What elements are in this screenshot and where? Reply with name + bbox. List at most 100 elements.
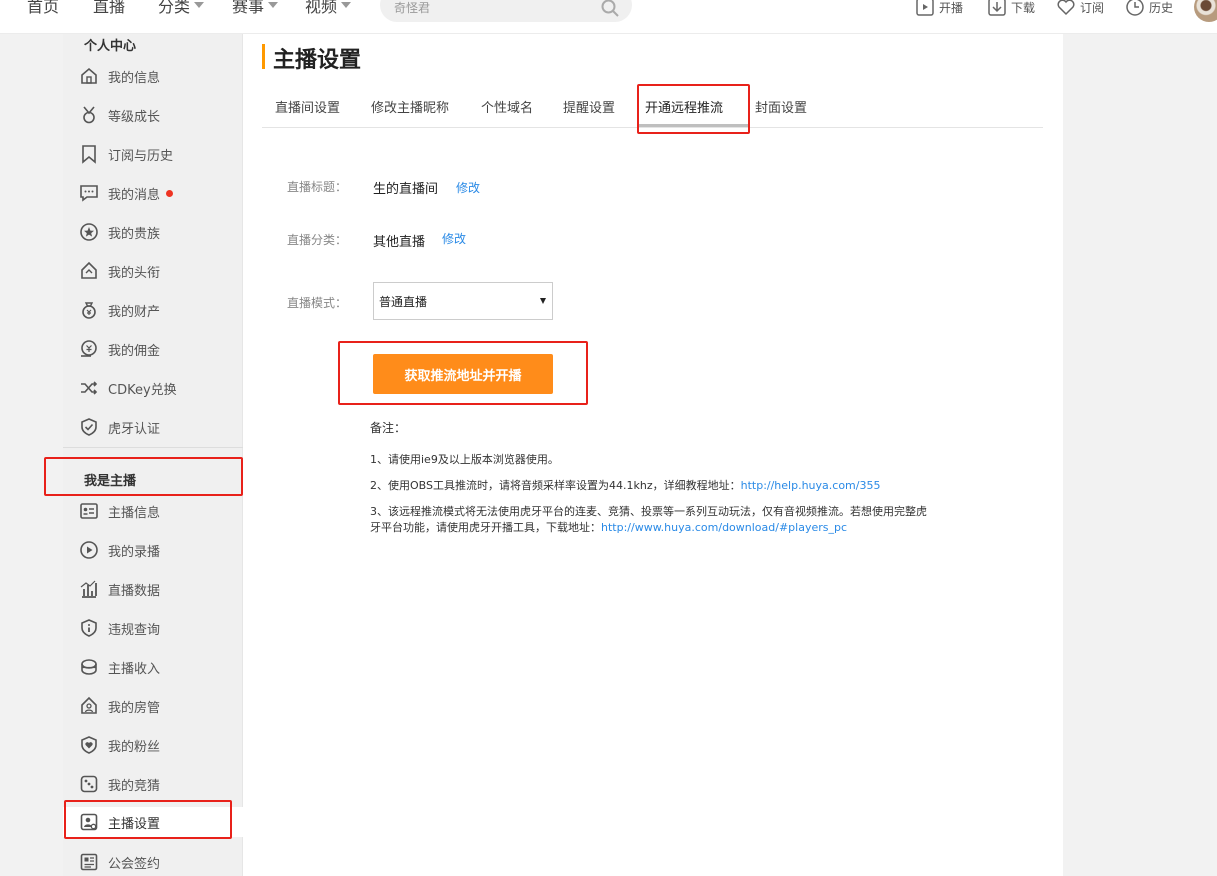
live-category-label: 直播分类： (287, 233, 348, 247)
chevron-down-icon (268, 2, 279, 8)
tab-cover-settings[interactable]: 封面设置 (755, 97, 807, 116)
sidebar-item-titles[interactable]: 我的头衔 (79, 260, 239, 282)
note-item-3: 3、该远程推流模式将无法使用虎牙平台的连麦、竞猜、投票等一系列互动玩法，仅有音视… (370, 504, 935, 536)
sidebar-item-label: 我的佣金 (108, 343, 161, 359)
income-icon (81, 659, 97, 675)
sidebar-item-subscriptions[interactable]: 订阅与历史 (79, 143, 239, 165)
sidebar-section-personal: 个人中心 (84, 39, 137, 54)
start-live-button[interactable]: 开播 (915, 0, 963, 17)
sidebar-item-my-info[interactable]: 我的信息 (79, 65, 239, 87)
house-icon (81, 261, 97, 279)
shuffle-icon (81, 381, 98, 395)
start-live-label: 开播 (939, 0, 964, 15)
moneybag-icon (82, 302, 96, 319)
sidebar-item-guild-contract[interactable]: 公会签约 (79, 851, 239, 873)
shield-check-icon (81, 418, 97, 436)
sidebar-item-live-data[interactable]: 直播数据 (79, 578, 239, 600)
sidebar-item-streamer-settings[interactable]: 主播设置 (63, 807, 243, 837)
tab-room-settings[interactable]: 直播间设置 (275, 97, 340, 116)
sidebar-item-label: 我的房管 (108, 700, 161, 716)
bar-chart-icon (80, 580, 97, 598)
sidebar-item-nobility[interactable]: 我的贵族 (79, 221, 239, 243)
search-box (380, 0, 632, 22)
sidebar-item-label: 我的粉丝 (108, 739, 161, 755)
sidebar-item-label: 公会签约 (108, 856, 161, 872)
sidebar-item-income[interactable]: 主播收入 (79, 656, 239, 678)
nav-video-menu[interactable]: 视频 (305, 0, 352, 18)
bookmark-icon (82, 145, 96, 164)
get-stream-url-button[interactable]: 获取推流地址并开播 (373, 354, 553, 394)
active-tab-indicator (639, 124, 750, 127)
download-button[interactable]: 下载 (987, 0, 1035, 17)
nav-events-menu[interactable]: 赛事 (232, 0, 279, 18)
sidebar-item-assets[interactable]: 我的财产 (79, 299, 239, 321)
history-button[interactable]: 历史 (1125, 0, 1173, 17)
sidebar-item-recordings[interactable]: 我的录播 (79, 539, 239, 561)
tab-reminder-settings[interactable]: 提醒设置 (563, 97, 615, 116)
live-mode-select[interactable]: 普通直播 (373, 282, 553, 320)
live-title-label: 直播标题： (287, 180, 348, 194)
sidebar-item-streamer-info[interactable]: 主播信息 (79, 500, 239, 522)
settings-tabs: 直播间设置 修改主播昵称 个性域名 提醒设置 开通远程推流 封面设置 (262, 86, 1043, 128)
sidebar-item-fans[interactable]: 我的粉丝 (79, 734, 239, 756)
tab-custom-domain[interactable]: 个性域名 (481, 97, 533, 116)
heart-icon (1057, 0, 1075, 16)
sidebar-item-label: 主播设置 (108, 816, 161, 832)
subscribe-button[interactable]: 订阅 (1056, 0, 1104, 17)
sidebar-item-label: CDKey兑换 (108, 382, 177, 398)
sidebar-item-cdkey[interactable]: CDKey兑换 (79, 377, 239, 399)
sidebar-item-messages[interactable]: 我的消息 (79, 182, 239, 204)
sidebar-item-label: 我的信息 (108, 70, 161, 86)
nav-category-label: 分类 (158, 0, 191, 16)
message-icon (80, 185, 98, 202)
house-manager-icon (81, 696, 97, 714)
sidebar-item-label: 虎牙认证 (108, 421, 161, 437)
star-icon (80, 223, 98, 241)
help-link[interactable]: http://help.huya.com/355 (741, 479, 881, 492)
sidebar-section-streamer: 我是主播 (84, 474, 137, 489)
sidebar-item-guessing[interactable]: 我的竞猜 (79, 773, 239, 795)
sidebar-item-level[interactable]: 等级成长 (79, 104, 239, 126)
sidebar-item-violations[interactable]: 违规查询 (79, 617, 239, 639)
medal-icon (83, 106, 95, 124)
tab-remote-streaming[interactable]: 开通远程推流 (645, 97, 723, 116)
chevron-down-icon (341, 2, 352, 8)
nav-events-label: 赛事 (232, 0, 265, 16)
download-link[interactable]: http://www.huya.com/download/#players_pc (601, 521, 847, 534)
page-title: 主播设置 (273, 48, 362, 73)
sidebar-item-room-managers[interactable]: 我的房管 (79, 695, 239, 717)
search-input[interactable] (394, 0, 594, 18)
live-title-value: 生的直播间 (373, 182, 439, 197)
edit-title-link[interactable]: 修改 (456, 179, 480, 196)
edit-category-link[interactable]: 修改 (442, 230, 466, 247)
note-item-1: 1、请使用ie9及以上版本浏览器使用。 (370, 453, 559, 466)
sidebar-item-label: 我的财产 (108, 304, 161, 320)
title-accent-bar (262, 44, 265, 69)
nav-category-menu[interactable]: 分类 (158, 0, 205, 18)
home-icon (81, 67, 97, 84)
avatar[interactable] (1194, 0, 1217, 22)
nav-video-label: 视频 (305, 0, 338, 16)
sidebar-item-label: 我的竞猜 (108, 778, 161, 794)
nav-home-link[interactable]: 首页 (27, 0, 59, 18)
camera-icon (916, 0, 934, 16)
tab-change-nickname[interactable]: 修改主播昵称 (371, 97, 449, 116)
sidebar-item-verification[interactable]: 虎牙认证 (79, 416, 239, 438)
search-icon[interactable] (600, 0, 620, 18)
nav-live-link[interactable]: 直播 (93, 0, 125, 18)
sidebar-item-label: 订阅与历史 (108, 148, 174, 164)
chevron-down-icon (194, 2, 205, 8)
notification-dot (166, 189, 174, 197)
sidebar-item-commission[interactable]: 我的佣金 (79, 338, 239, 360)
note-item-2: 2、使用OBS工具推流时，请将音频采样率设置为44.1khz，详细教程地址：ht… (370, 478, 935, 494)
sidebar-item-label: 我的录播 (108, 544, 161, 560)
live-mode-label: 直播模式： (287, 296, 348, 310)
history-label: 历史 (1149, 0, 1174, 15)
play-icon (80, 541, 98, 559)
user-settings-icon (80, 813, 98, 831)
dice-icon (80, 775, 98, 793)
notes-title: 备注： (370, 421, 407, 435)
info-icon (81, 619, 97, 637)
commission-icon (81, 340, 97, 357)
sidebar-item-label: 我的贵族 (108, 226, 161, 242)
